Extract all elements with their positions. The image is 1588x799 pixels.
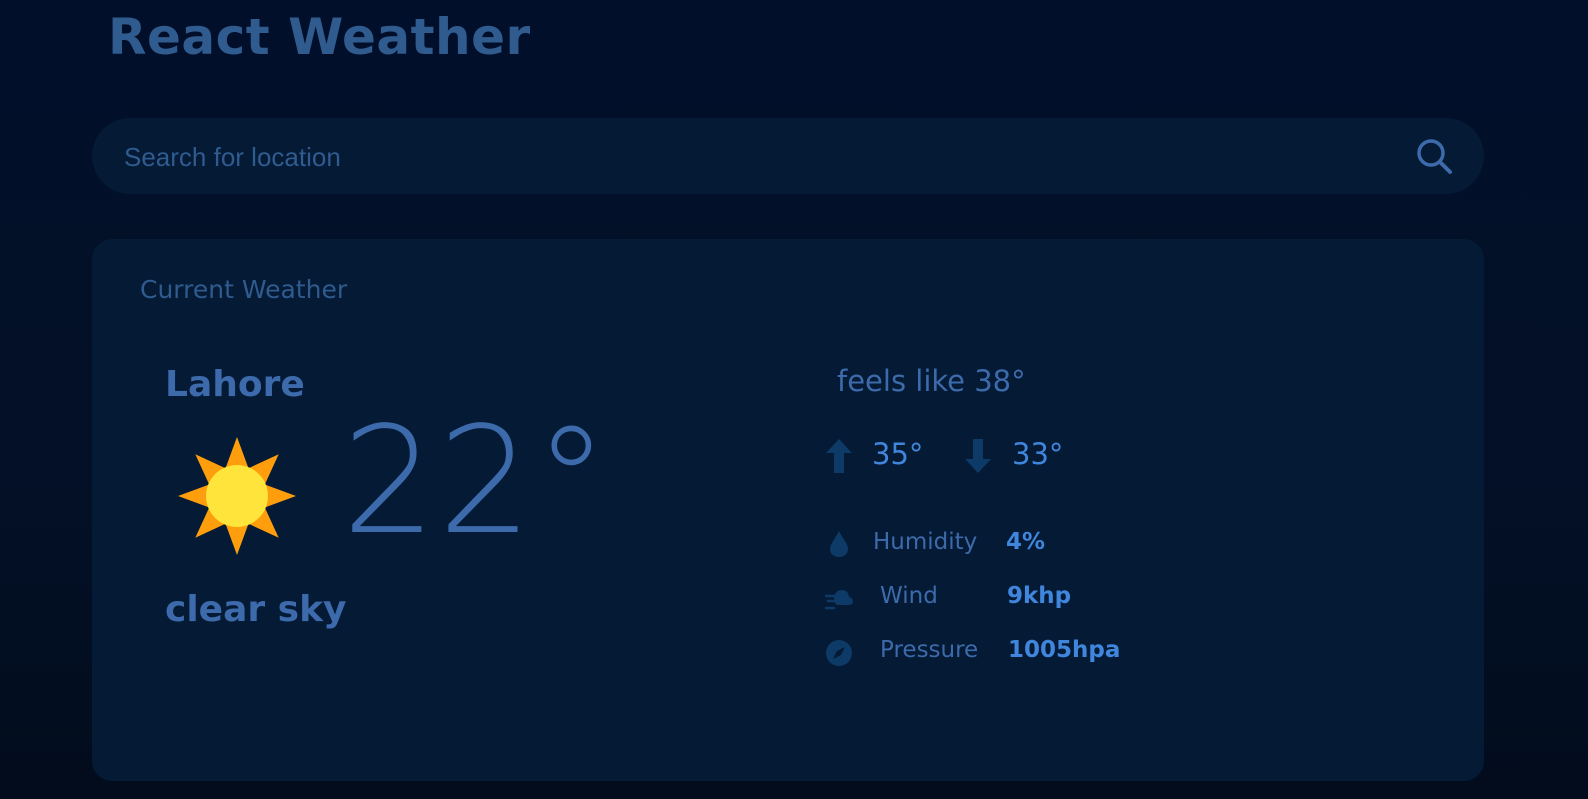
pressure-value: 1005hpa (1008, 637, 1121, 663)
sun-icon (176, 435, 298, 557)
arrow-down-icon (965, 439, 991, 473)
water-drop-icon (825, 529, 853, 557)
temperature: 22° (342, 395, 611, 567)
min-temperature: 33° (1012, 437, 1064, 471)
current-weather-card: Current Weather Lahore 22° clear sky fee… (92, 239, 1484, 781)
max-temperature: 35° (872, 437, 924, 471)
search-icon[interactable] (1414, 136, 1454, 176)
wind-label: Wind (880, 583, 938, 609)
app-title: React Weather (108, 8, 531, 66)
search-input[interactable] (122, 118, 1376, 196)
pressure-label: Pressure (880, 637, 979, 663)
city-name: Lahore (165, 364, 305, 405)
arrow-up-icon (826, 439, 852, 473)
search-bar (92, 118, 1484, 196)
humidity-label: Humidity (873, 529, 978, 555)
wind-icon (824, 584, 853, 612)
feels-like: feels like 38° (837, 364, 1026, 398)
card-title: Current Weather (140, 275, 348, 304)
humidity-value: 4% (1006, 529, 1046, 555)
compass-icon (825, 639, 853, 667)
weather-description: clear sky (165, 589, 347, 630)
wind-value: 9khp (1007, 583, 1072, 609)
